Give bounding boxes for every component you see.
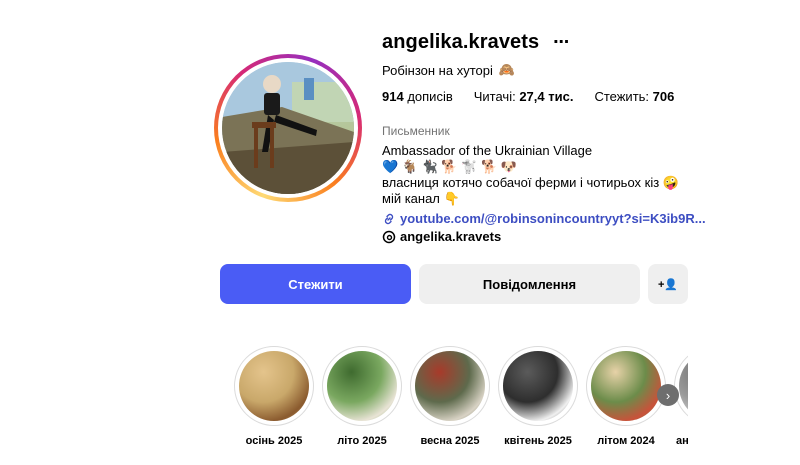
followers-count[interactable]: Читачі: 27,4 тис.	[474, 89, 574, 104]
profile-bio: Ambassador of the Ukrainian Village 💙 🐐 …	[382, 143, 679, 207]
threads-icon	[382, 230, 396, 243]
avatar-illustration	[222, 62, 354, 194]
highlight-label: літо 2025	[337, 435, 387, 447]
bio-line: власниця котячо собачої ферми і чотирьох…	[382, 175, 679, 190]
highlight-cover-ring	[674, 346, 688, 426]
bio-line: мій канал 👇	[382, 191, 460, 206]
highlight-cover-ring	[322, 346, 402, 426]
bio-line: 💙 🐐 🐈‍⬛ 🐕 🐩 🐕 🐶	[382, 159, 517, 174]
highlight-cover-ring	[586, 346, 666, 426]
profile-username: angelika.kravets	[382, 31, 540, 53]
highlight-label: літом 2024	[597, 435, 655, 447]
profile-category: Письменник	[382, 124, 450, 138]
add-user-button[interactable]: +👤	[648, 264, 688, 304]
highlight-cover	[503, 351, 573, 421]
following-count[interactable]: Стежить: 706	[594, 89, 674, 104]
highlight-label: весна 2025	[420, 435, 480, 447]
highlight-label: квітень 2025	[504, 435, 572, 447]
profile-avatar[interactable]	[214, 54, 362, 202]
highlight-cover-ring	[498, 346, 578, 426]
next-highlights-chevron-icon[interactable]: ›	[657, 384, 679, 406]
avatar-photo	[222, 62, 354, 194]
profile-full-name: Робінзон на хуторі 🙈	[382, 62, 515, 78]
posts-count: 914 дописів	[382, 89, 453, 104]
threads-link[interactable]: angelika.kravets	[382, 229, 501, 244]
monkey-emoji-icon: 🙈	[498, 62, 516, 77]
highlight-cover	[327, 351, 397, 421]
profile-stats: 914 дописів Читачі: 27,4 тис. Стежить: 7…	[382, 89, 674, 104]
bio-line: Ambassador of the Ukrainian Village	[382, 143, 593, 158]
more-options-icon[interactable]: ⋯	[553, 34, 569, 51]
avatar-frame	[218, 58, 358, 198]
highlight-cover-ring	[410, 346, 490, 426]
highlight-item[interactable]: літо 2025	[322, 346, 402, 447]
highlight-cover	[679, 351, 688, 421]
message-button[interactable]: Повідомлення	[419, 264, 640, 304]
highlight-item[interactable]: літом 2024	[586, 346, 666, 447]
highlight-item[interactable]: осінь 2025	[234, 346, 314, 447]
profile-link[interactable]: youtube.com/@robinsonincountryyt?si=K3ib…	[382, 211, 706, 226]
highlight-cover	[415, 351, 485, 421]
threads-handle[interactable]: angelika.kravets	[400, 229, 501, 244]
highlight-item[interactable]: квітень 2025	[498, 346, 578, 447]
highlight-label: осінь 2025	[245, 435, 303, 447]
follow-button[interactable]: Стежити	[220, 264, 411, 304]
highlight-label: ан	[676, 435, 688, 447]
story-highlights: осінь 2025 літо 2025 весна 2025 квітень …	[232, 346, 688, 456]
link-icon	[384, 213, 394, 224]
highlight-cover-ring	[234, 346, 314, 426]
username-row: angelika.kravets ⋯	[382, 31, 569, 54]
add-user-icon: +👤	[657, 278, 679, 291]
link-text[interactable]: youtube.com/@robinsonincountryyt?si=K3ib…	[400, 211, 706, 226]
highlight-cover	[591, 351, 661, 421]
highlight-item[interactable]: весна 2025	[410, 346, 490, 447]
highlight-cover	[239, 351, 309, 421]
full-name-text: Робінзон на хуторі	[382, 62, 493, 78]
